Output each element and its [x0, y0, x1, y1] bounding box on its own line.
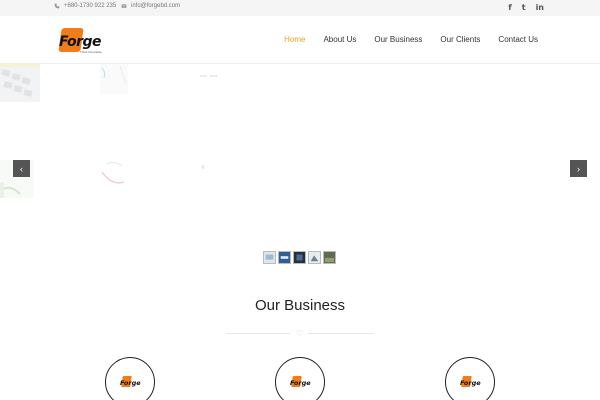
- slide-thumbnail[interactable]: [323, 251, 336, 264]
- dot-fragment: [201, 165, 205, 169]
- social-links: f t in: [508, 3, 544, 12]
- site-logo[interactable]: Forge Think Innovative: [56, 26, 106, 56]
- card-logo: Forge: [290, 376, 312, 390]
- phone-contact: +880-1730 922 235: [54, 3, 116, 9]
- nav-contact-us[interactable]: Contact Us: [498, 35, 538, 44]
- line-fragment: [200, 75, 218, 77]
- slide-thumbnail[interactable]: [308, 251, 321, 264]
- logo-tagline: Think Innovative: [80, 50, 102, 54]
- slide-thumbnail[interactable]: [293, 251, 306, 264]
- business-card-1[interactable]: Forge: [105, 357, 155, 400]
- section-title-our-business: Our Business: [254, 297, 346, 314]
- email-text[interactable]: info@forgebd.com: [131, 3, 180, 9]
- phone-text: +880-1730 922 235: [64, 3, 117, 9]
- phone-icon: [54, 3, 60, 9]
- top-info-bar: +880-1730 922 235 info@forgebd.com f t i…: [0, 0, 600, 16]
- business-card-3[interactable]: Forge: [445, 357, 495, 400]
- card-logo-text: Forge: [290, 379, 311, 387]
- nav-home[interactable]: Home: [284, 35, 305, 44]
- document-image-fragment: [100, 64, 128, 94]
- site-header: Forge Think Innovative Home About Us Our…: [0, 16, 600, 64]
- section-divider-right: [308, 333, 374, 334]
- nav-our-business[interactable]: Our Business: [374, 35, 422, 44]
- logo-text: Forge: [59, 34, 102, 50]
- chevron-left-icon: ‹: [20, 163, 23, 174]
- slider-prev-button[interactable]: ‹: [13, 160, 30, 177]
- slide-thumbnail[interactable]: [263, 251, 276, 264]
- card-logo: Forge: [460, 376, 482, 390]
- hero-slider[interactable]: ‹ ›: [0, 64, 600, 204]
- card-logo: Forge: [120, 376, 142, 390]
- email-contact[interactable]: info@forgebd.com: [121, 3, 180, 9]
- facebook-icon[interactable]: f: [508, 3, 511, 12]
- linkedin-icon[interactable]: in: [536, 3, 544, 12]
- business-card-2[interactable]: Forge: [275, 357, 325, 400]
- nav-our-clients[interactable]: Our Clients: [440, 35, 480, 44]
- heart-icon: ♡: [296, 329, 304, 338]
- chevron-right-icon: ›: [577, 163, 580, 174]
- section-divider-left: [226, 333, 290, 334]
- nav-about-us[interactable]: About Us: [323, 35, 356, 44]
- main-nav: Home About Us Our Business Our Clients C…: [284, 35, 538, 44]
- envelope-icon: [121, 4, 127, 8]
- keyboard-image-fragment: [0, 64, 40, 102]
- swoosh-image-fragment: [101, 161, 125, 184]
- slide-thumbnail[interactable]: [278, 251, 291, 264]
- twitter-icon[interactable]: t: [522, 3, 526, 12]
- card-logo-text: Forge: [460, 379, 481, 387]
- card-logo-text: Forge: [120, 379, 141, 387]
- slider-next-button[interactable]: ›: [570, 160, 587, 177]
- slider-thumbnails: [263, 251, 336, 264]
